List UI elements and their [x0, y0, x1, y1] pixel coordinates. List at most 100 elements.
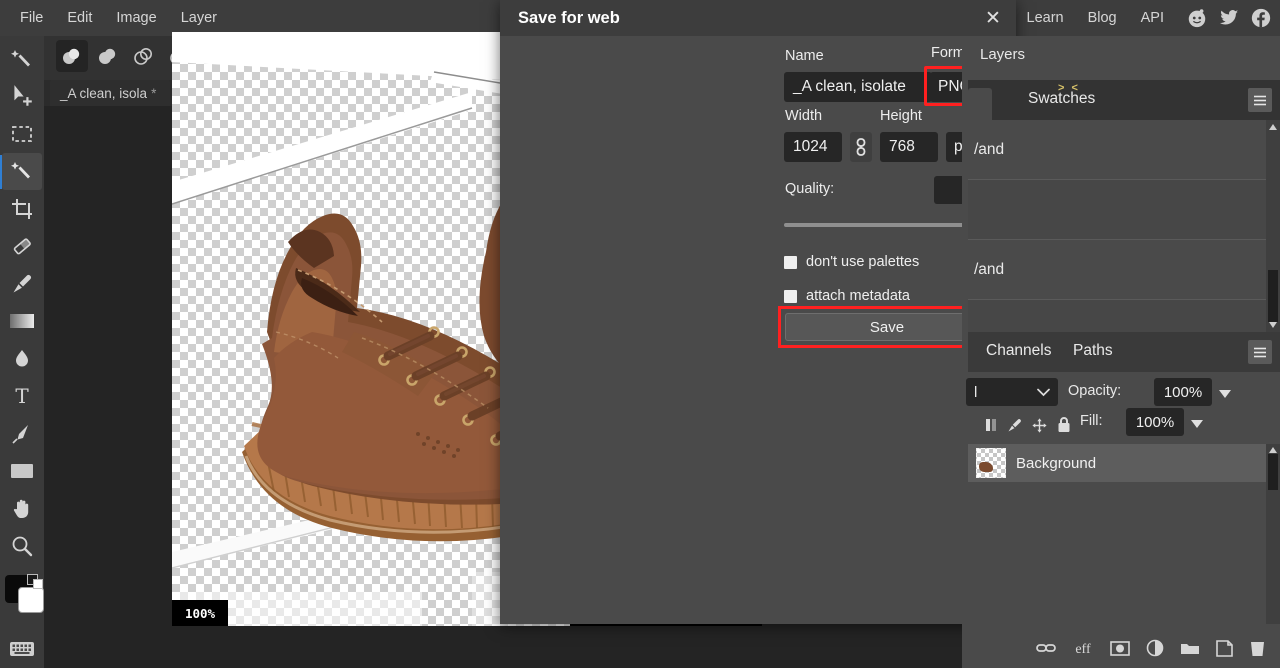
attach-metadata-checkbox[interactable]	[784, 290, 797, 303]
save-for-web-dialog: Save for web ✕ Name _A clean, isolate Fo…	[500, 0, 1016, 624]
scroll-up-icon[interactable]	[1269, 447, 1277, 453]
zoom-tool[interactable]	[2, 528, 42, 566]
marquee-select-tool[interactable]	[2, 115, 42, 153]
list-item[interactable]: /and	[968, 120, 1266, 180]
magic-wand-tool[interactable]	[2, 153, 42, 191]
facebook-icon[interactable]	[1250, 7, 1272, 29]
list-item[interactable]: /and	[968, 240, 1266, 300]
eraser-icon	[10, 234, 34, 258]
swap-colors-icon[interactable]	[33, 579, 43, 589]
swatches-panel-header: > < Swatches	[968, 80, 1280, 120]
tab-paths[interactable]: Paths	[1073, 342, 1113, 360]
swatches-prev-tab[interactable]	[968, 88, 992, 120]
blend-mode-select[interactable]: l	[966, 378, 1058, 406]
crop-tool[interactable]	[2, 190, 42, 228]
quality-label: Quality:	[785, 181, 834, 197]
list-item[interactable]	[968, 180, 1266, 240]
add-mask-icon[interactable]	[1110, 641, 1130, 656]
keyboard-shortcuts-button[interactable]	[2, 631, 42, 668]
color-swatches[interactable]	[0, 571, 44, 626]
add-to-selection-button[interactable]	[92, 40, 124, 72]
opacity-value[interactable]: 100%	[1154, 378, 1212, 406]
attach-metadata-label: attach metadata	[806, 288, 910, 304]
scrollbar-thumb[interactable]	[1268, 454, 1278, 490]
nav-learn[interactable]: Learn	[1015, 0, 1076, 36]
table-row[interactable]: Background	[968, 444, 1266, 482]
fill-chevron-down-icon[interactable]	[1190, 416, 1204, 434]
pen-tool[interactable]	[2, 415, 42, 453]
twitter-icon[interactable]	[1218, 7, 1240, 29]
swatches-list[interactable]: /and /and	[968, 120, 1280, 332]
new-selection-button[interactable]	[56, 40, 88, 72]
magic-wand-tool-top[interactable]	[2, 40, 42, 78]
move-tool[interactable]	[2, 78, 42, 116]
hamburger-menu-icon[interactable]	[1248, 340, 1272, 364]
fill-value[interactable]: 100%	[1126, 408, 1184, 436]
new-layer-icon[interactable]	[1216, 640, 1233, 657]
layer-name: Background	[1016, 455, 1096, 472]
svg-text:eff: eff	[1075, 642, 1091, 656]
height-input[interactable]: 768	[880, 132, 938, 162]
layers-scrollbar[interactable]	[1266, 444, 1280, 624]
subtract-selection-icon	[131, 46, 157, 66]
tab-channels[interactable]: Channels	[986, 342, 1052, 360]
text-tool[interactable]: T	[2, 378, 42, 416]
lock-all-icon[interactable]	[1056, 416, 1072, 434]
marquee-icon	[10, 122, 34, 146]
right-panels: Layers > < Swatches /and /and	[962, 36, 1280, 668]
nav-api[interactable]: API	[1129, 0, 1176, 36]
new-selection-icon	[59, 46, 85, 66]
swatches-scrollbar[interactable]	[1266, 120, 1280, 332]
hand-icon	[10, 497, 34, 521]
droplet-icon	[10, 347, 34, 371]
document-tab[interactable]: _A clean, isola *	[50, 80, 170, 106]
opacity-chevron-down-icon[interactable]	[1218, 386, 1232, 404]
width-input[interactable]: 1024	[784, 132, 842, 162]
blur-tool[interactable]	[2, 340, 42, 378]
name-input[interactable]: _A clean, isolate	[784, 72, 932, 102]
lock-pixels-icon[interactable]	[984, 417, 998, 433]
brush-icon[interactable]	[1006, 417, 1023, 434]
layers-bottom-toolbar: eff	[968, 632, 1280, 664]
move-icon[interactable]	[1031, 417, 1048, 434]
scroll-down-icon[interactable]	[1269, 322, 1277, 328]
close-x-icon[interactable]: ✕	[980, 5, 1006, 31]
layer-effects-icon[interactable]: eff	[1072, 640, 1094, 656]
delete-layer-icon[interactable]	[1249, 639, 1266, 657]
tab-swatches[interactable]: Swatches	[1028, 90, 1095, 108]
nav-blog[interactable]: Blog	[1076, 0, 1129, 36]
width-label: Width	[785, 108, 822, 124]
brush-tool[interactable]	[2, 265, 42, 303]
svg-text:T: T	[15, 384, 29, 408]
menu-layer[interactable]: Layer	[169, 0, 229, 36]
menu-image[interactable]: Image	[104, 0, 168, 36]
attach-metadata-row[interactable]: attach metadata	[784, 288, 910, 304]
scroll-up-icon[interactable]	[1269, 124, 1277, 130]
save-button[interactable]: Save	[785, 313, 989, 341]
link-layers-icon[interactable]	[1036, 641, 1056, 655]
shape-tool[interactable]	[2, 453, 42, 491]
height-label: Height	[880, 108, 922, 124]
layer-lock-row	[968, 412, 1280, 438]
scrollbar-thumb[interactable]	[1268, 270, 1278, 322]
gradient-tool[interactable]	[2, 303, 42, 341]
background-color-swatch[interactable]	[18, 587, 44, 613]
document-tab-title: _A clean, isola	[60, 86, 147, 101]
menu-file[interactable]: File	[8, 0, 55, 36]
gradient-icon	[8, 311, 36, 331]
crop-icon	[10, 197, 34, 221]
new-group-icon[interactable]	[1180, 641, 1200, 656]
reddit-icon[interactable]	[1186, 7, 1208, 29]
menu-edit[interactable]: Edit	[55, 0, 104, 36]
hamburger-menu-icon[interactable]	[1248, 88, 1272, 112]
text-T-icon: T	[10, 384, 34, 408]
opacity-label: Opacity:	[1068, 383, 1121, 399]
eraser-tool[interactable]	[2, 228, 42, 266]
dont-use-palettes-row[interactable]: don't use palettes	[784, 254, 919, 270]
dont-use-palettes-checkbox[interactable]	[784, 256, 797, 269]
chain-link-icon[interactable]	[850, 132, 872, 162]
hand-tool[interactable]	[2, 490, 42, 528]
adjustment-layer-icon[interactable]	[1146, 639, 1164, 657]
subtract-from-selection-button[interactable]	[128, 40, 160, 72]
dialog-body: Name _A clean, isolate Format PNG Width …	[500, 36, 1016, 624]
